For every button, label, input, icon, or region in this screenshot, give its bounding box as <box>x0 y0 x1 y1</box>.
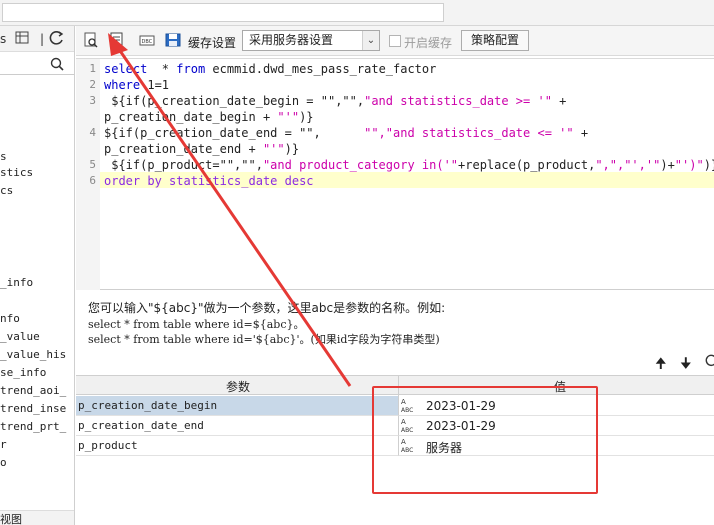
code-frag: )+ <box>660 158 675 172</box>
svg-text:DBC: DBC <box>142 39 153 45</box>
tree-item[interactable]: stics <box>0 166 33 182</box>
param-name: p_creation_date_end <box>78 419 204 432</box>
code-string: "","and statistics_date <= '" <box>364 126 574 140</box>
search-icon[interactable] <box>50 57 64 74</box>
left-panel: s | s stics cs _info nfo _value _value_h… <box>0 26 75 525</box>
preview-icon[interactable] <box>82 31 102 51</box>
document-refresh-icon[interactable] <box>108 31 128 51</box>
code-frag: statistics_date <box>169 174 285 188</box>
tree-item[interactable]: trend_prt_ <box>0 420 66 436</box>
line-number: 5 <box>89 158 96 171</box>
code-string: "')" <box>674 158 704 172</box>
left-panel-toolbar: s | <box>0 26 74 52</box>
line-number: 1 <box>89 62 96 75</box>
code-string: "and product_category in('" <box>262 158 459 172</box>
kw-from: from <box>176 62 206 76</box>
code-string: "and statistics_date >= '" <box>364 94 552 108</box>
kw-where: where <box>104 78 141 92</box>
param-name: p_product <box>78 439 138 452</box>
code-line-3: ${if(p_creation_date_begin = "","","and … <box>104 94 566 108</box>
line-gutter: 1 2 3 4 5 6 <box>76 59 100 290</box>
parameter-hint: 您可以输入"${abc}"做为一个参数，这里abc是参数的名称。例如: <box>88 301 446 315</box>
tree-item[interactable]: nfo <box>0 312 20 328</box>
left-search-box[interactable] <box>0 53 74 75</box>
code-frag: p_creation_date_end + <box>104 142 263 156</box>
strategy-config-button[interactable]: 策略配置 <box>461 30 529 51</box>
left-toolbar-sep: | <box>40 32 45 46</box>
code-frag: ecmmid.dwd_mes_pass_rate_factor <box>205 62 437 76</box>
cache-icon[interactable] <box>164 31 184 51</box>
code-line-6: order by statistics_date desc <box>104 174 314 188</box>
refresh-params-icon[interactable] <box>704 353 714 371</box>
arrow-up-icon[interactable]: 🠉 <box>655 353 667 377</box>
cache-mode-select[interactable]: 采用服务器设置 ⌄ <box>242 30 380 51</box>
code-line-4-wrap: p_creation_date_end + "'")} <box>104 142 299 156</box>
param-name: p_creation_date_begin <box>78 399 218 412</box>
code-string: "'" <box>262 142 285 156</box>
cache-settings-label: 缓存设置 <box>188 36 237 50</box>
code-frag: +replace(p_product, <box>458 158 596 172</box>
code-line-3-wrap: p_creation_date_begin + "'")} <box>104 110 314 124</box>
code-frag: + <box>573 126 589 140</box>
code-frag: + <box>551 94 567 108</box>
dbc-icon[interactable]: DBC <box>138 31 158 51</box>
tree-item[interactable]: r <box>0 438 7 454</box>
code-line-1: select * from ecmmid.dwd_mes_pass_rate_f… <box>104 62 436 76</box>
line-number: 2 <box>89 78 96 91</box>
tree-item[interactable]: _value_his <box>0 348 66 364</box>
code-frag: )} <box>703 158 714 172</box>
view-tab-label: 视图 <box>0 513 22 525</box>
code-line-5: ${if(p_product="","","and product_catego… <box>104 158 714 172</box>
top-input-field[interactable] <box>2 3 444 22</box>
grid-icon[interactable] <box>14 30 32 50</box>
kw-by: by <box>140 174 170 188</box>
code-line-4: ${if(p_creation_date_end = "", "","and s… <box>104 126 588 140</box>
tree-item[interactable]: _info <box>0 276 33 292</box>
left-bottom-tab[interactable]: 视图 <box>0 510 74 525</box>
annotation-box <box>372 386 598 494</box>
param-name-header: 参数 <box>226 380 251 394</box>
chevron-down-icon[interactable]: ⌄ <box>362 31 379 50</box>
code-frag: 1=1 <box>140 78 170 92</box>
code-frag: ${if(p_creation_date_begin = "","", <box>104 94 365 108</box>
hint-example-2: select * from table where id='${abc}'。(如… <box>88 333 440 346</box>
tree-item[interactable]: trend_aoi_ <box>0 384 66 400</box>
code-frag: p_creation_date_begin + <box>104 110 278 124</box>
code-frag: ${if(p_product="","", <box>104 158 263 172</box>
line-number: 6 <box>89 174 96 187</box>
code-line-2: where 1=1 <box>104 78 169 92</box>
tree-item[interactable]: _value <box>0 330 40 346</box>
cache-mode-value: 采用服务器设置 <box>249 33 334 47</box>
left-toolbar-button-1[interactable]: s <box>0 29 6 49</box>
tree-item[interactable]: se_info <box>0 366 46 382</box>
code-frag: * <box>147 62 177 76</box>
tree-item[interactable]: cs <box>0 184 13 200</box>
code-frag: ${if(p_creation_date_end = "", <box>104 126 365 140</box>
code-frag: )} <box>299 110 314 124</box>
editor-toolbar: DBC 缓存设置 采用服务器设置 ⌄ 开启缓存 策略配置 <box>76 26 714 56</box>
code-string: "'" <box>277 110 300 124</box>
line-number: 4 <box>89 126 96 139</box>
sql-editor[interactable]: 1 2 3 4 5 6 select * from ecmmid.dwd_mes… <box>76 58 714 290</box>
hint-example-1: select * from table where id=${abc}。 <box>88 318 305 331</box>
code-string: ",","','" <box>595 158 661 172</box>
kw-order: order <box>104 174 141 188</box>
tree-item[interactable]: s <box>0 150 7 166</box>
top-bar <box>0 0 714 26</box>
arrow-down-icon[interactable]: 🠋 <box>680 353 692 377</box>
refresh-icon[interactable] <box>48 30 66 50</box>
code-frag: )} <box>284 142 300 156</box>
tree-item[interactable]: o <box>0 456 7 472</box>
enable-cache-checkbox[interactable] <box>389 35 401 47</box>
enable-cache-label: 开启缓存 <box>404 36 453 50</box>
kw-desc: desc <box>284 174 314 188</box>
kw-select: select <box>104 62 148 76</box>
tree-item[interactable]: trend_inse <box>0 402 66 418</box>
line-number: 3 <box>89 94 96 107</box>
